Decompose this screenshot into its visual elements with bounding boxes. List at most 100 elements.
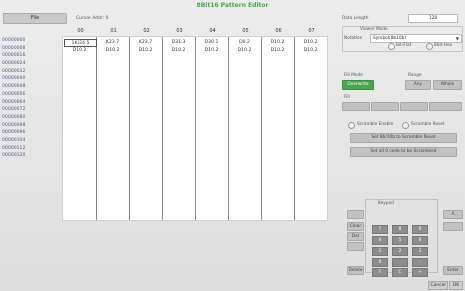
range-whole-button[interactable]: Whole [433,80,462,90]
key-f[interactable]: F [372,268,388,277]
row-address: 00000096 [2,130,26,136]
chevron-down-icon: ▼ [455,36,459,41]
pattern-cell[interactable]: D10.2 [294,47,327,55]
scramble-reset-radio[interactable] [402,122,409,129]
column-divider [294,37,295,220]
key-0[interactable]: 0 [372,258,388,267]
pattern-cell[interactable]: D10.2 [162,47,195,55]
clear-button[interactable]: Clear [347,222,364,231]
column-header: 07 [308,28,315,34]
column-header: 06 [275,28,282,34]
notation-select[interactable]: Symbol(8b10b) ▼ [370,34,462,43]
scramble-enable-radio[interactable] [348,122,355,129]
data-length-label: Data Length [342,16,369,21]
row-address: 00000104 [2,137,26,143]
column-divider [228,37,229,220]
fill-button-1[interactable] [342,102,370,111]
column-header: 01 [110,28,117,34]
fill-button-4[interactable] [429,102,462,111]
pattern-cell[interactable]: D10.2 [294,39,327,47]
cancel-button[interactable]: Cancel [428,281,448,290]
keypad-right-blank[interactable] [443,222,463,231]
key-9[interactable]: 9 [412,225,428,234]
ok-button[interactable]: OK [449,281,463,290]
row-address: 00000000 [2,38,26,43]
column-divider [162,37,163,220]
scramble-reset-label: Scramble Reset [411,122,445,127]
row-address: 00000064 [2,99,26,105]
row-address: 00000040 [2,76,26,82]
key-8[interactable]: 8 [392,225,408,234]
pattern-cell[interactable]: D0.2 [228,39,261,47]
key-1[interactable]: 1 [372,247,388,256]
key-7[interactable]: 7 [372,225,388,234]
row-address: 00000048 [2,84,26,90]
key-minus[interactable]: - [412,258,428,267]
column-divider [195,37,196,220]
key-5[interactable]: 5 [392,236,408,245]
set-all-scrambled-button[interactable]: Set all 0 code to be Scrambled [350,147,457,157]
pattern-cell[interactable]: D10.2 [129,47,162,55]
row-address: 00000032 [2,68,26,74]
pattern-cell[interactable]: D10.2 [228,47,261,55]
column-header: 03 [176,28,183,34]
delete-button[interactable]: Delete [347,266,364,275]
pattern-cell[interactable]: K23.7 [96,39,129,47]
range-label: Range [408,73,422,78]
row-address: 00000088 [2,122,26,128]
column-header: 05 [242,28,249,34]
radio-8bit-hex[interactable] [426,43,433,50]
column-divider [129,37,130,220]
enter-button[interactable]: Enter [443,266,463,275]
key-6[interactable]: 6 [412,236,428,245]
window-title: 8Bit16 Pattern Editor [196,2,269,9]
column-divider [261,37,262,220]
range-any-button[interactable]: Any [405,80,431,90]
delete-char-button[interactable]: Del [347,232,364,241]
data-length-field[interactable]: 128 [408,14,458,23]
radio-8bit-hex-label: 8bit-Hex [434,43,453,48]
hex-a-button[interactable]: A [443,210,463,219]
column-header: 02 [143,28,150,34]
pattern-cell[interactable]: D10.2 [63,47,96,55]
pattern-cell[interactable]: D10.2 [96,47,129,55]
keypad-side-blank-mid[interactable] [347,242,364,251]
pattern-cell[interactable]: D10.2 [261,39,294,47]
row-address: 00000080 [2,114,26,120]
set-scramble-reset-button[interactable]: Set 8b/10b to Scramble Reset [350,133,457,143]
row-address: 00000024 [2,61,26,67]
pattern-grid[interactable]: 1K(24.5 K23.7 K23.7 D31.3 D30.1 D0.2 D10… [62,36,328,221]
fill-mode-label: Fill Mode [344,73,363,78]
row-address: 00000056 [2,91,26,97]
fill-button-2[interactable] [371,102,399,111]
file-button[interactable]: File [3,13,67,24]
key-c[interactable]: C [392,268,408,277]
key-4[interactable]: 4 [372,236,388,245]
fill-label: Fill [344,95,350,100]
pattern-cell[interactable]: D30.1 [195,39,228,47]
pattern-cell[interactable]: D10.2 [261,47,294,55]
fill-button-3[interactable] [400,102,428,111]
row-address: 00000072 [2,107,26,113]
pattern-cell[interactable]: D31.3 [162,39,195,47]
pattern-cell-selected[interactable]: 1K(24.5 [64,39,97,47]
row-address: 00000112 [2,145,26,151]
key-dot[interactable]: . [392,258,408,267]
column-divider [96,37,97,220]
pattern-editor-window: 8Bit16 Pattern Editor File Cursor Addr: … [0,0,465,291]
radio-bit-flat-label: Bit-Flat [396,43,412,48]
pattern-cell[interactable]: K23.7 [129,39,162,47]
key-2[interactable]: 2 [392,247,408,256]
key-plus[interactable]: + [412,268,428,277]
column-header: 04 [209,28,216,34]
notation-value: Symbol(8b10b) [373,36,407,41]
fill-mode-overwrite-button[interactable]: Overwrite [342,80,374,90]
key-3[interactable]: 3 [412,247,428,256]
row-address: 00000016 [2,53,26,59]
notation-label: Notation [344,36,363,41]
keypad-side-blank-top[interactable] [347,210,364,219]
pattern-cell[interactable]: D10.2 [195,47,228,55]
radio-bit-flat[interactable] [388,43,395,50]
viewer-mode-label: Viewer Mode [360,27,388,32]
address-column: 00000000 00000008 00000016 00000024 0000… [2,37,58,160]
